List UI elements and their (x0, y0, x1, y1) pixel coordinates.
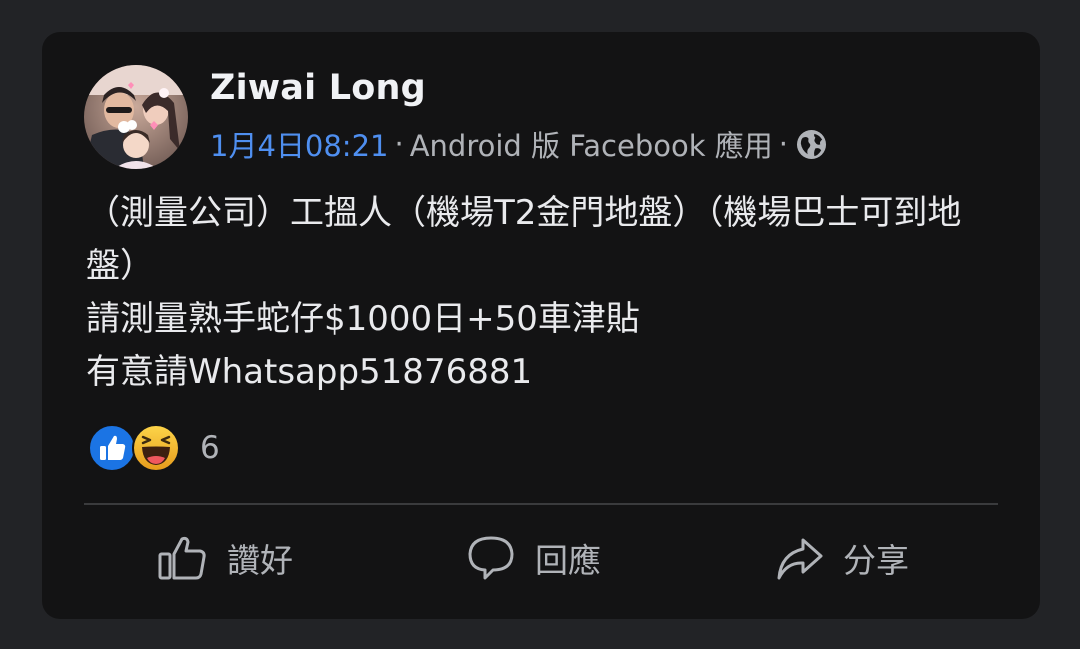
like-label: 讚好 (227, 541, 293, 580)
share-button[interactable]: 分享 (775, 530, 909, 586)
share-label: 分享 (843, 541, 909, 580)
like-button[interactable]: 讚好 (157, 530, 293, 586)
post-text-line: （測量公司）工搵人（機場T2金門地盤）（機場巴士可到地盤） (86, 193, 962, 286)
haha-reaction-icon (132, 424, 180, 472)
post-meta: 1月4日08:21 · Android 版 Facebook 應用 · (210, 124, 827, 164)
author-avatar[interactable] (84, 65, 188, 169)
action-bar: 讚好 回應 分享 (84, 530, 998, 586)
reaction-count: 6 (200, 430, 220, 466)
comment-button[interactable]: 回應 (467, 530, 601, 586)
meta-separator: · (778, 127, 788, 161)
post-card: Ziwai Long 1月4日08:21 · Android 版 Faceboo… (42, 32, 1040, 619)
post-timestamp[interactable]: 1月4日08:21 (210, 123, 388, 165)
post-text-line: 有意請Whatsapp51876881 (86, 352, 533, 392)
post-text: （測量公司）工搵人（機場T2金門地盤）（機場巴士可到地盤） 請測量熟手蛇仔$10… (86, 187, 1006, 399)
reactions-summary[interactable]: 6 (88, 423, 220, 473)
post-source: Android 版 Facebook 應用 (409, 129, 773, 163)
post-text-line: 請測量熟手蛇仔$1000日+50車津貼 (86, 299, 640, 339)
share-arrow-icon (777, 538, 823, 580)
divider (84, 503, 998, 505)
comment-icon (468, 536, 514, 580)
like-reaction-icon (88, 424, 136, 472)
thumbs-up-icon (158, 536, 206, 580)
comment-label: 回應 (535, 541, 601, 580)
meta-separator: · (394, 127, 404, 161)
globe-icon[interactable] (796, 129, 827, 160)
author-name[interactable]: Ziwai Long (210, 68, 426, 108)
